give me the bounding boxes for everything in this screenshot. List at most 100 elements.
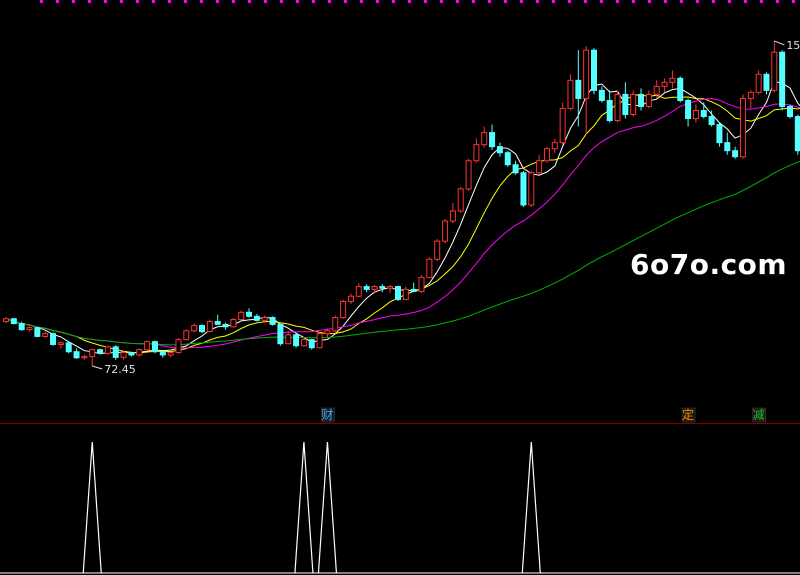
candle-body-down — [410, 288, 417, 292]
candle-body-down — [685, 99, 692, 120]
candle-body-up — [426, 258, 433, 278]
candle-body-down — [65, 342, 72, 353]
stock-chart: 153.30 72.45 财 定 减 — [0, 0, 800, 574]
candle — [65, 341, 72, 354]
candle — [136, 348, 143, 357]
candle — [50, 332, 57, 346]
candle-body-up — [175, 339, 182, 354]
top-marker — [664, 0, 667, 3]
candle-body-down — [779, 51, 786, 107]
candle — [120, 350, 127, 360]
candle-body-up — [285, 334, 292, 345]
candle — [426, 257, 433, 279]
candle-body-down — [159, 351, 166, 356]
top-marker — [40, 0, 43, 3]
candle — [418, 275, 425, 294]
candle-body-down — [598, 89, 605, 101]
top-marker-row — [40, 0, 795, 3]
high-price-label: 153.30 — [786, 39, 800, 52]
candle — [622, 82, 629, 119]
candle — [26, 325, 33, 332]
candle — [371, 284, 378, 294]
candle-body-up — [355, 286, 362, 297]
candle-body-down — [34, 327, 41, 337]
candle-body-up — [418, 276, 425, 292]
candle — [512, 160, 519, 175]
top-marker — [344, 0, 347, 3]
candle-body-up — [457, 188, 464, 212]
candle-body-down — [222, 323, 229, 328]
top-marker — [744, 0, 747, 3]
top-marker — [504, 0, 507, 3]
top-marker — [792, 0, 795, 3]
candle-body-up — [739, 97, 746, 158]
candle-body-down — [520, 172, 527, 206]
candle — [175, 338, 182, 354]
candle-body-up — [387, 286, 394, 289]
indicator-peak — [294, 441, 314, 574]
candle-body-up — [104, 346, 111, 354]
candle — [347, 293, 354, 305]
candle-body-up — [89, 349, 96, 358]
candle — [332, 315, 339, 333]
candle-body-down — [677, 77, 684, 101]
candle — [199, 324, 205, 334]
candle — [159, 350, 166, 358]
candle-body-up — [583, 49, 590, 99]
candle — [379, 284, 386, 293]
candle — [739, 94, 746, 159]
candle — [598, 86, 605, 103]
top-marker — [104, 0, 107, 3]
candle-body-down — [496, 146, 503, 154]
candle-body-up — [120, 352, 127, 358]
price-annotations: 153.30 72.45 — [92, 39, 800, 376]
candle — [700, 102, 707, 119]
top-marker — [88, 0, 91, 3]
candle-body-up — [528, 172, 535, 206]
candle-body-up — [332, 317, 339, 332]
candlestick-series — [3, 40, 800, 366]
low-annotation-leader — [92, 365, 103, 370]
top-marker — [616, 0, 619, 3]
candle — [144, 340, 151, 351]
top-marker — [72, 0, 75, 3]
top-marker — [264, 0, 267, 3]
candle-body-down — [732, 150, 739, 158]
candle-body-up — [536, 160, 543, 174]
candle-body-up — [144, 341, 151, 351]
candle — [496, 142, 503, 157]
candle — [779, 50, 786, 111]
candle — [787, 104, 793, 119]
top-marker — [440, 0, 443, 3]
candle-body-up — [300, 339, 307, 347]
indicator-peak — [317, 441, 338, 574]
top-marker — [536, 0, 539, 3]
candle-body-down — [622, 93, 629, 116]
candle-body-up — [183, 330, 190, 341]
candle — [583, 46, 590, 135]
candle — [763, 72, 770, 95]
candle — [638, 88, 645, 111]
candle — [747, 90, 754, 109]
candle-body-up — [261, 317, 268, 321]
candle — [645, 90, 652, 109]
top-marker — [488, 0, 491, 3]
candle — [669, 70, 676, 89]
candle — [567, 74, 574, 111]
candle-body-down — [787, 105, 793, 118]
top-marker — [456, 0, 459, 3]
candle — [543, 146, 550, 163]
candle — [630, 90, 637, 117]
candle-body-up — [551, 142, 558, 150]
candle — [246, 308, 253, 318]
candle-body-up — [238, 311, 245, 321]
candle-body-up — [692, 109, 699, 120]
candle-body-up — [630, 93, 637, 116]
candle — [410, 282, 417, 292]
top-marker — [136, 0, 139, 3]
top-marker — [248, 0, 251, 3]
candle — [606, 90, 613, 123]
candle-body-up — [340, 300, 347, 319]
candle-body-down — [575, 79, 582, 99]
candle — [206, 319, 213, 333]
